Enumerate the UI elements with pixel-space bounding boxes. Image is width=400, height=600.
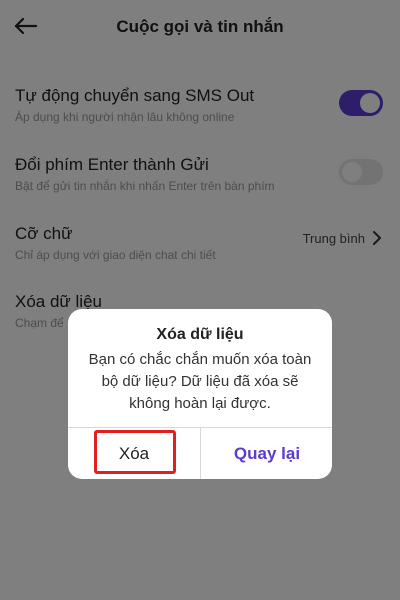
modal-overlay[interactable] — [0, 0, 400, 600]
confirm-delete-dialog: Xóa dữ liệu Bạn có chắc chắn muốn xóa to… — [68, 309, 332, 479]
delete-button[interactable]: Xóa — [68, 428, 200, 479]
dialog-title: Xóa dữ liệu — [156, 326, 244, 343]
dialog-message: Bạn có chắc chắn muốn xóa toàn bộ dữ liệ… — [88, 351, 312, 412]
cancel-button[interactable]: Quay lại — [201, 428, 332, 479]
